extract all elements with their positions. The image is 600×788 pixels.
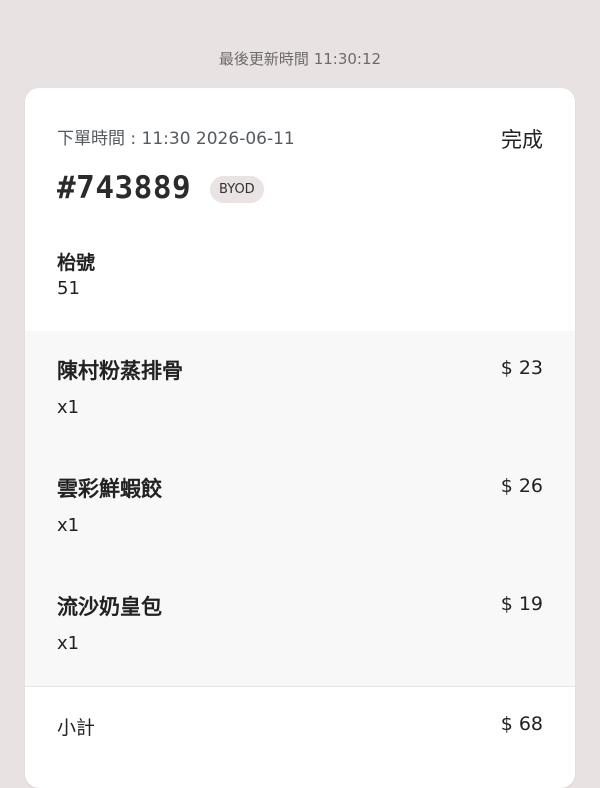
item-quantity: x1 [57, 515, 80, 536]
last-updated-text: 最後更新時間 11:30:12 [218, 50, 382, 68]
subtotal-label: 小計 [57, 717, 96, 739]
table-number: 51 [57, 278, 80, 299]
order-number: #743889 [57, 170, 192, 206]
subtotal-value: $ 68 [500, 713, 543, 735]
item-price: $ 19 [500, 593, 543, 615]
order-card: 下單時間 : 11:30 2026-06-11 完成 #743889 BYOD … [25, 88, 575, 788]
order-time: 下單時間 : 11:30 2026-06-11 [57, 129, 295, 149]
order-status: 完成 [501, 128, 543, 152]
table-label: 枱號 [57, 252, 96, 274]
order-summary: 小計 $ 68 [25, 687, 575, 767]
order-item: 流沙奶皇包 $ 19 x1 [25, 567, 575, 685]
item-price: $ 26 [500, 475, 543, 497]
order-item: 陳村粉蒸排骨 $ 23 x1 [25, 331, 575, 449]
item-price: $ 23 [500, 357, 543, 379]
order-header: 下單時間 : 11:30 2026-06-11 完成 #743889 BYOD … [25, 88, 575, 331]
order-item: 雲彩鮮蝦餃 $ 26 x1 [25, 449, 575, 567]
item-quantity: x1 [57, 397, 80, 418]
source-badge: BYOD [210, 176, 264, 203]
order-items: 陳村粉蒸排骨 $ 23 x1 雲彩鮮蝦餃 $ 26 x1 流沙奶皇包 $ 19 … [25, 331, 575, 686]
item-quantity: x1 [57, 633, 80, 654]
item-name: 流沙奶皇包 [57, 595, 162, 619]
item-name: 陳村粉蒸排骨 [57, 359, 183, 383]
item-name: 雲彩鮮蝦餃 [57, 477, 162, 501]
